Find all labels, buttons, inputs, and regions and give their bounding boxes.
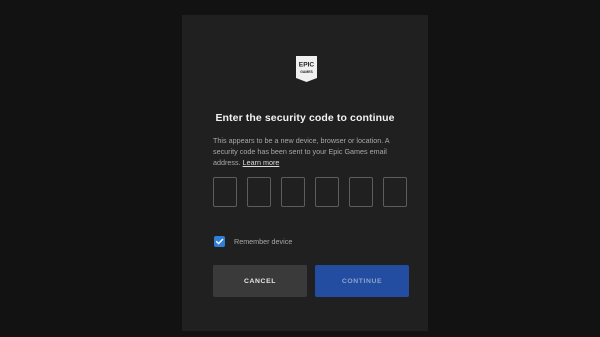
remember-device-label: Remember device [234, 236, 293, 246]
cancel-button[interactable]: CANCEL [213, 265, 307, 297]
description: This appears to be a new device, browser… [213, 135, 403, 168]
epic-games-logo-icon: EPIC GAMES [296, 56, 317, 82]
remember-device-checkbox[interactable] [214, 235, 225, 247]
code-digit-6[interactable] [383, 177, 407, 207]
svg-text:GAMES: GAMES [300, 70, 313, 74]
code-digit-2[interactable] [247, 177, 271, 207]
description-text: This appears to be a new device, browser… [213, 136, 390, 167]
learn-more-link[interactable]: Learn more [243, 158, 280, 167]
checkmark-icon [215, 238, 224, 244]
page-title: Enter the security code to continue [215, 112, 395, 124]
continue-button[interactable]: CONTINUE [315, 265, 409, 297]
page: EPIC GAMES Enter the security code to co… [0, 0, 600, 337]
code-digit-1[interactable] [213, 177, 237, 207]
code-digit-4[interactable] [315, 177, 339, 207]
code-digit-5[interactable] [349, 177, 373, 207]
security-code-inputs [213, 177, 413, 209]
svg-text:EPIC: EPIC [299, 62, 315, 69]
code-digit-3[interactable] [281, 177, 305, 207]
security-code-card: EPIC GAMES Enter the security code to co… [182, 15, 428, 331]
remember-device-row: Remember device [214, 235, 292, 247]
